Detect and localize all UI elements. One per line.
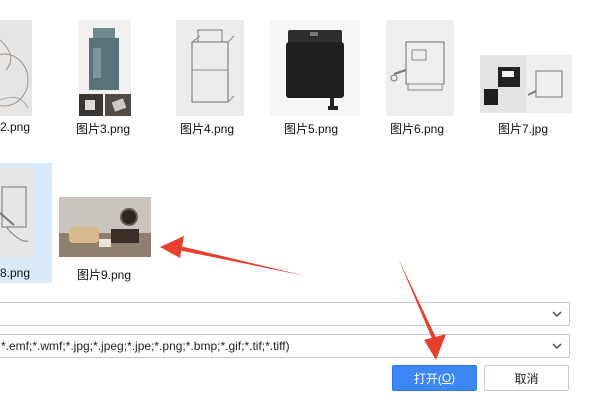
file-item-4[interactable]: 图片4.png bbox=[170, 8, 250, 138]
file-name: 图片4.png bbox=[180, 122, 235, 136]
file-name: 图片5.png bbox=[284, 122, 339, 136]
file-item-8[interactable]: 8.png bbox=[0, 163, 52, 283]
open-button[interactable]: 打开(O) bbox=[392, 365, 477, 391]
cancel-button[interactable]: 取消 bbox=[484, 365, 569, 391]
open-mnemonic: O bbox=[441, 371, 452, 385]
file-thumbnail bbox=[176, 20, 244, 116]
file-thumbnail bbox=[480, 55, 572, 113]
file-item-6[interactable]: 图片6.png bbox=[380, 8, 460, 138]
file-name: 2.png bbox=[0, 120, 31, 134]
file-thumbnail bbox=[386, 20, 454, 116]
open-label: 打开( bbox=[413, 371, 442, 386]
filetype-value: *.emf;*.wmf;*.jpg;*.jpeg;*.jpe;*.png;*.b… bbox=[1, 339, 290, 353]
file-item-7[interactable]: 图片7.jpg bbox=[476, 8, 576, 138]
file-list: 2.png 图片3.png 图片4.png 图片5.png 图片6.png 图片… bbox=[0, 0, 600, 290]
file-name: 图片9.png bbox=[77, 268, 132, 282]
file-item-5[interactable]: 图片5.png bbox=[268, 8, 364, 138]
open-label-close: ) bbox=[451, 371, 456, 385]
file-name: 图片6.png bbox=[390, 122, 445, 136]
file-thumbnail bbox=[59, 197, 151, 257]
file-name: 8.png bbox=[0, 266, 31, 280]
file-thumbnail bbox=[0, 167, 34, 257]
file-thumbnail bbox=[79, 20, 131, 116]
file-item-2[interactable]: 2.png bbox=[0, 8, 60, 138]
chevron-down-icon[interactable] bbox=[551, 340, 563, 352]
file-thumbnail bbox=[270, 20, 360, 116]
file-item-9[interactable]: 图片9.png bbox=[56, 163, 154, 283]
file-name: 图片3.png bbox=[76, 122, 131, 136]
filetype-select[interactable]: *.emf;*.wmf;*.jpg;*.jpeg;*.jpe;*.png;*.b… bbox=[0, 334, 570, 358]
file-item-3[interactable]: 图片3.png bbox=[70, 8, 140, 138]
chevron-down-icon[interactable] bbox=[551, 308, 563, 320]
file-thumbnail bbox=[0, 20, 32, 116]
file-name: 图片7.jpg bbox=[498, 122, 549, 136]
filename-input[interactable] bbox=[0, 302, 570, 326]
cancel-label: 取消 bbox=[514, 371, 539, 386]
